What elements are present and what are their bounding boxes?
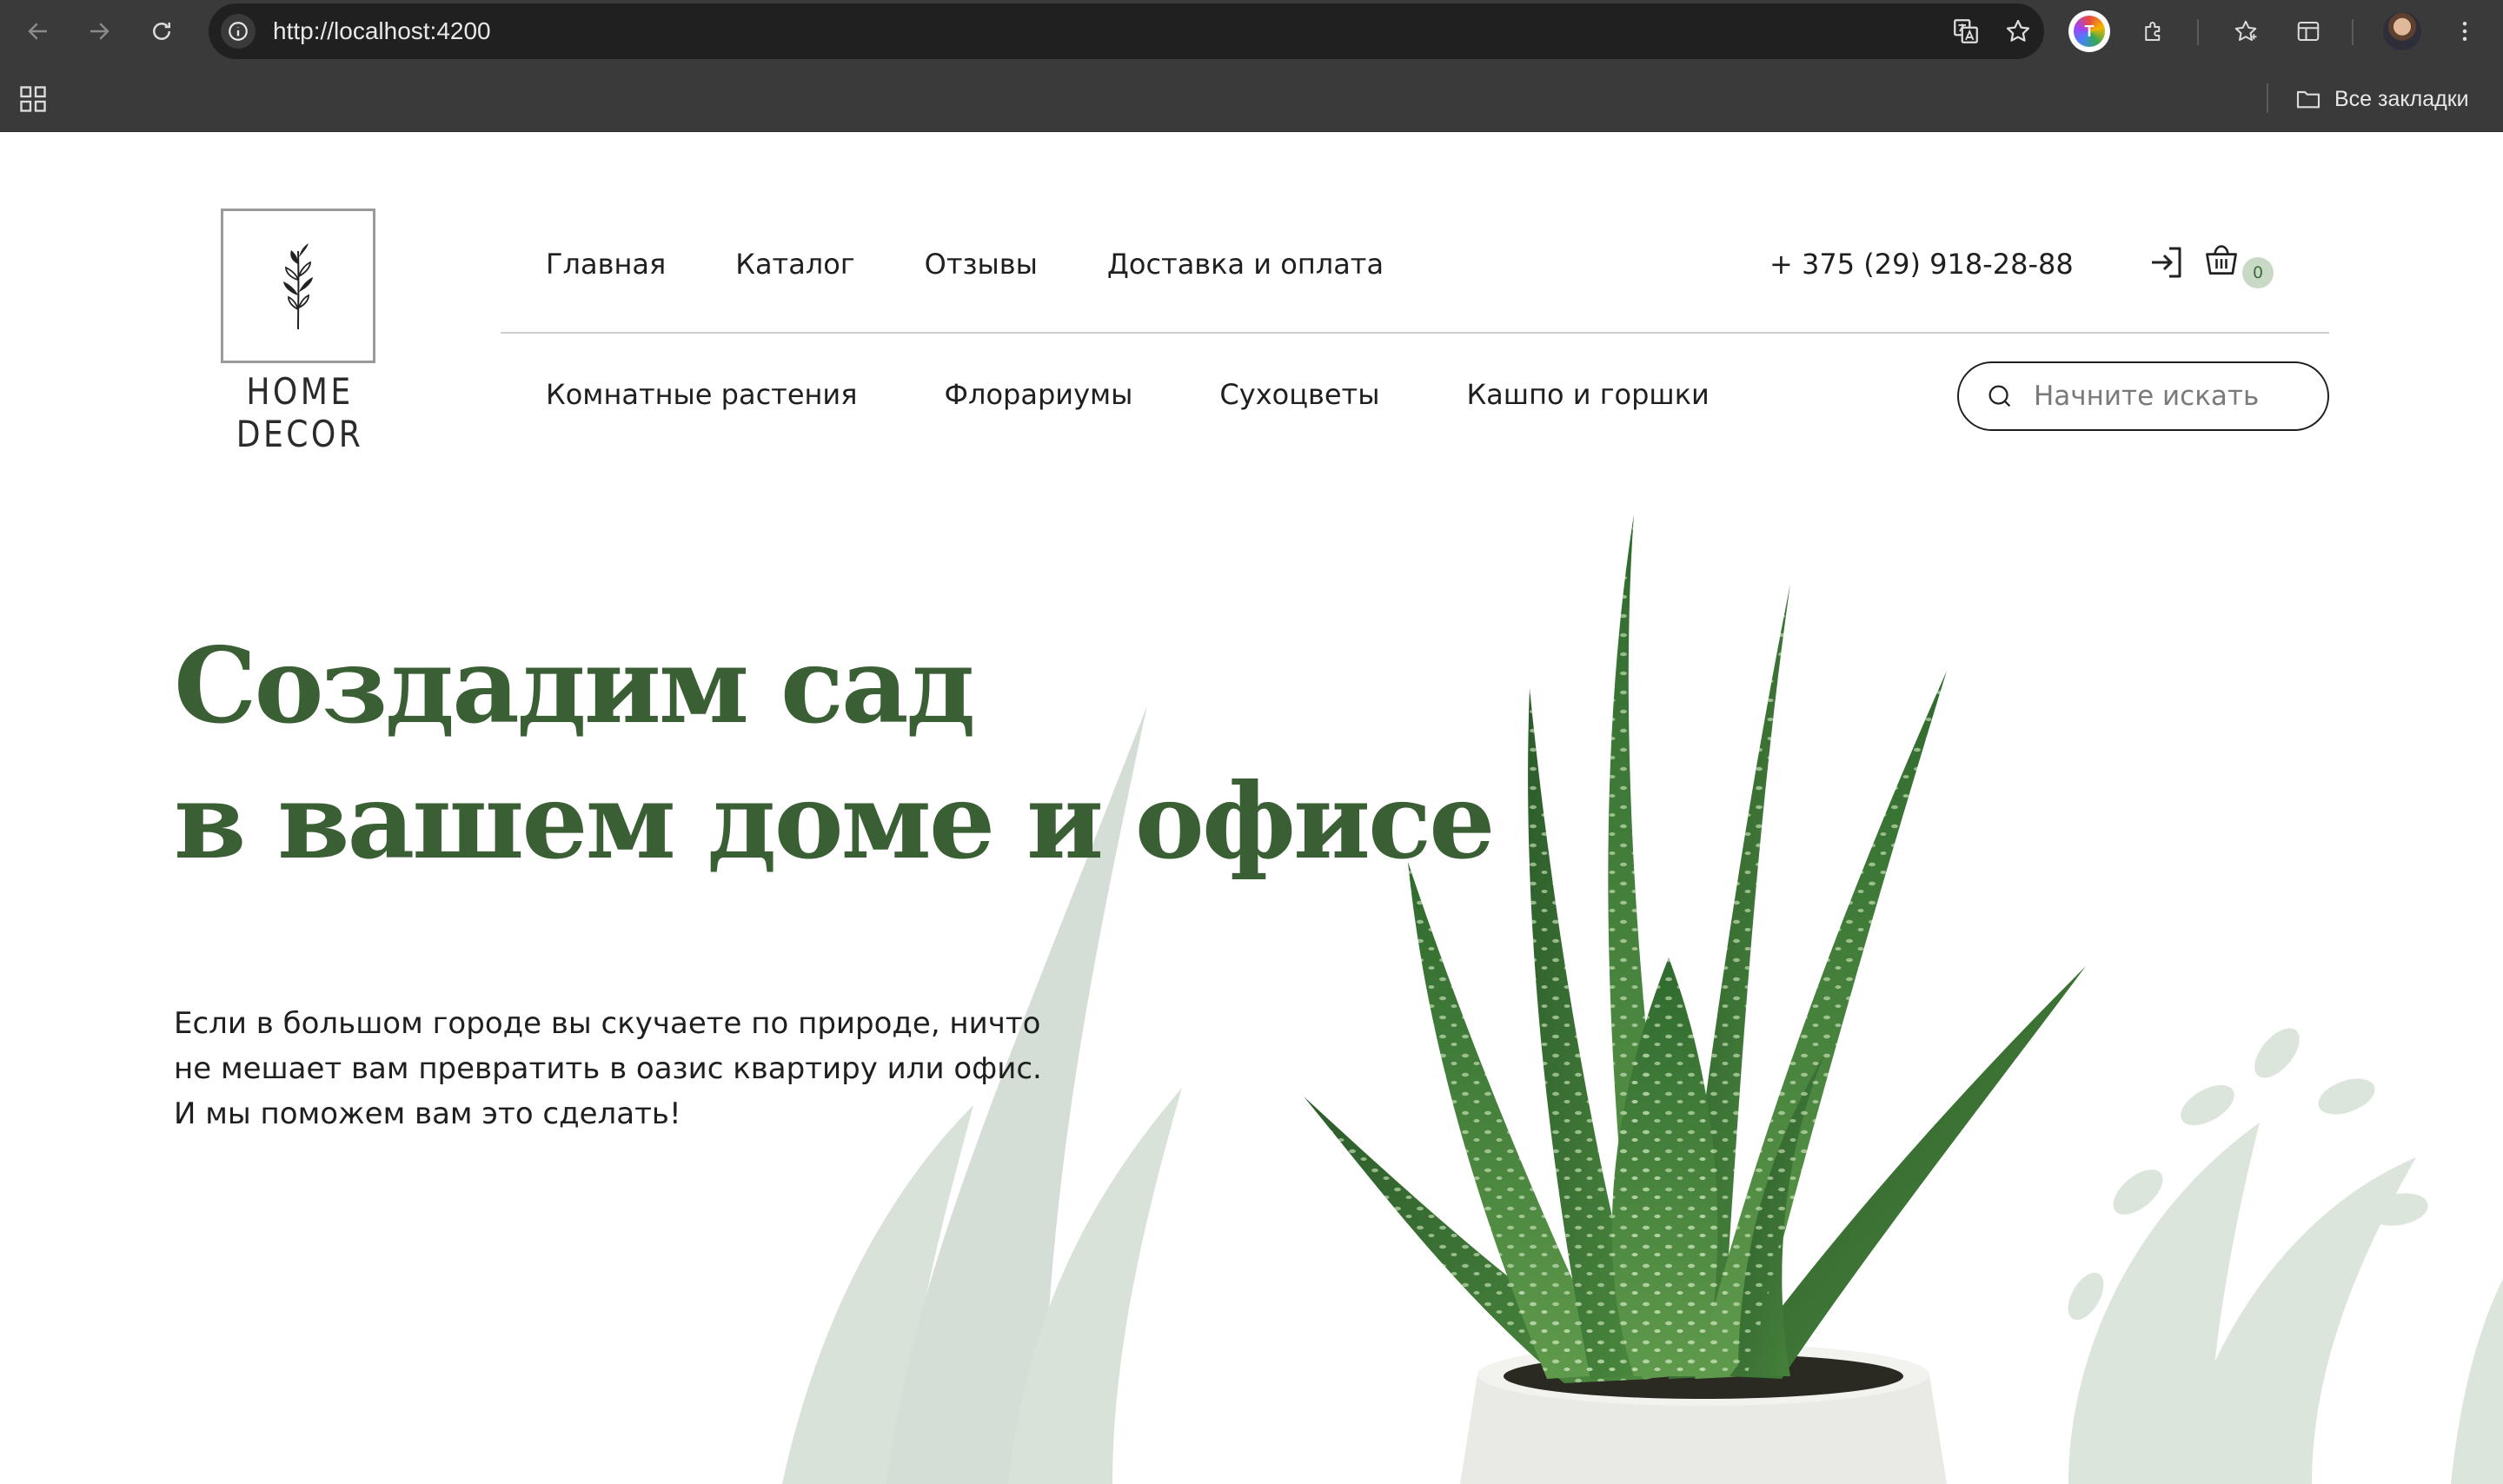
logo-text: HOME DECOR bbox=[236, 370, 364, 455]
bookmark-star-icon[interactable] bbox=[1999, 12, 2037, 50]
cart-count-badge: 0 bbox=[2242, 257, 2274, 288]
extension-icon[interactable]: T bbox=[2068, 10, 2110, 52]
nav-catalog[interactable]: Каталог bbox=[735, 248, 854, 281]
extensions-puzzle-icon[interactable] bbox=[2135, 12, 2173, 50]
hero-text-line-3: И мы поможем вам это сделать! bbox=[174, 1096, 681, 1131]
hero-text-line-1: Если в большом городе вы скучаете по при… bbox=[174, 1006, 1041, 1041]
translate-icon[interactable] bbox=[1947, 12, 1985, 50]
toolbar-separator bbox=[2197, 19, 2199, 45]
address-bar[interactable]: http://localhost:4200 bbox=[209, 3, 2044, 59]
hero-description: Если в большом городе вы скучаете по при… bbox=[174, 1001, 1112, 1136]
forward-icon[interactable] bbox=[80, 12, 118, 50]
browser-toolbar: http://localhost:4200 T bbox=[0, 0, 2503, 63]
site-info-icon[interactable] bbox=[221, 14, 256, 49]
category-houseplants[interactable]: Комнатные растения bbox=[546, 378, 857, 411]
main-nav: Главная Каталог Отзывы Доставка и оплата bbox=[546, 236, 1453, 292]
page: HOME DECOR Главная Каталог Отзывы Достав… bbox=[0, 132, 2503, 1484]
apps-grid-icon[interactable] bbox=[17, 83, 49, 115]
profile-avatar[interactable] bbox=[2383, 12, 2421, 50]
side-panel-icon[interactable] bbox=[2289, 12, 2327, 50]
hero-title-line-1: Создадим сад bbox=[174, 625, 976, 747]
category-pots[interactable]: Кашпо и горшки bbox=[1466, 378, 1709, 411]
search-icon bbox=[1988, 385, 2011, 407]
nav-home[interactable]: Главная bbox=[546, 248, 666, 281]
nav-delivery[interactable]: Доставка и оплата bbox=[1107, 248, 1384, 281]
login-icon[interactable] bbox=[2147, 242, 2188, 283]
url-text: http://localhost:4200 bbox=[273, 17, 491, 44]
logo[interactable] bbox=[221, 209, 375, 363]
basket-icon[interactable] bbox=[2202, 240, 2241, 282]
branch-logo-icon bbox=[283, 243, 313, 330]
category-florariums[interactable]: Флорариумы bbox=[944, 378, 1132, 411]
hero-title-line-2: в вашем доме и офисе bbox=[174, 760, 1495, 883]
reload-icon[interactable] bbox=[143, 12, 181, 50]
category-nav: Комнатные растения Флорариумы Сухоцветы … bbox=[546, 367, 1796, 422]
all-bookmarks-label: Все закладки bbox=[2334, 86, 2469, 111]
all-bookmarks-button[interactable]: Все закладки bbox=[2294, 80, 2469, 118]
folder-icon bbox=[2296, 90, 2320, 109]
search-box[interactable] bbox=[1957, 361, 2329, 431]
hero-title: Создадим сад в вашем доме и офисе bbox=[174, 619, 1495, 890]
bookmarks-manager-icon[interactable] bbox=[2227, 12, 2265, 50]
phone-number[interactable]: + 375 (29) 918-28-88 bbox=[1769, 236, 2074, 292]
header-divider bbox=[501, 332, 2329, 334]
bookmarks-bar bbox=[0, 63, 2503, 132]
bookmarks-separator bbox=[2267, 83, 2268, 113]
back-icon[interactable] bbox=[19, 12, 57, 50]
toolbar-separator bbox=[2352, 19, 2354, 45]
menu-kebab-icon[interactable] bbox=[2446, 12, 2484, 50]
hero-text-line-2: не мешает вам превратить в оазис квартир… bbox=[174, 1051, 1042, 1086]
search-input[interactable] bbox=[2034, 381, 2312, 412]
category-dried-flowers[interactable]: Сухоцветы bbox=[1219, 378, 1379, 411]
nav-reviews[interactable]: Отзывы bbox=[925, 248, 1038, 281]
